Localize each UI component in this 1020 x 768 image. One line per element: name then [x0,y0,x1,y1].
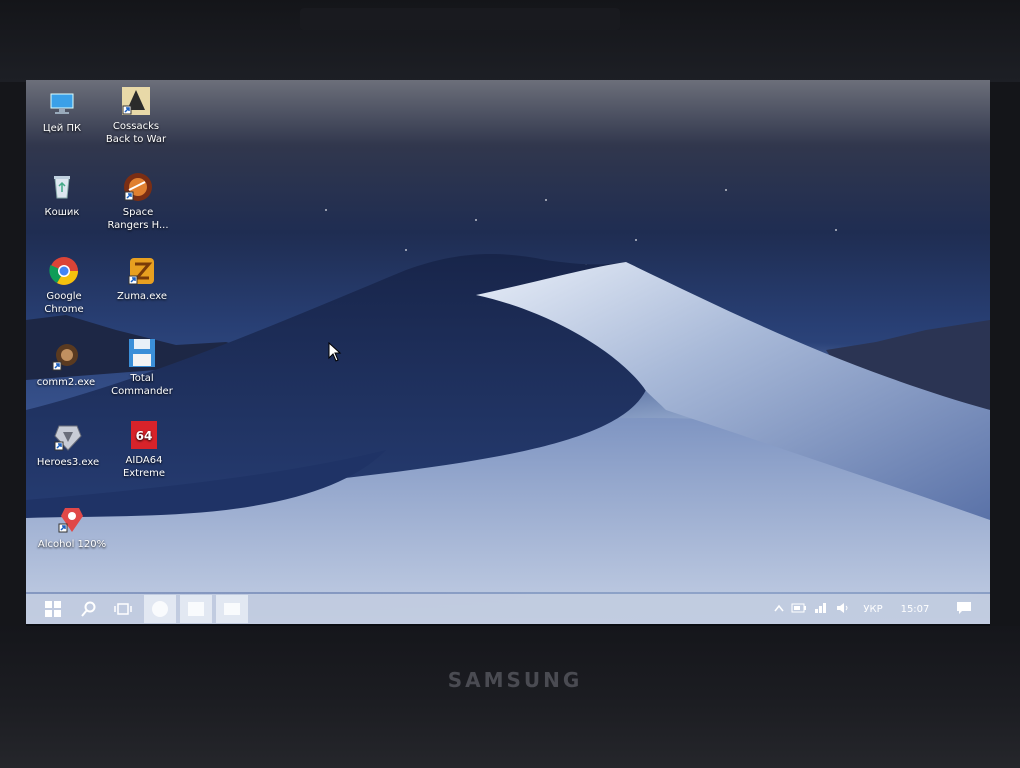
monitor-icon [50,93,74,114]
desktop-icon-space-rangers[interactable]: Space Rangers H... [102,170,174,232]
start-button[interactable] [36,596,70,622]
desktop-icon-label: Кошик [44,207,80,218]
desktop-icon-label: Zuma.exe [117,291,167,302]
desktop-icon-cossacks[interactable]: Cossacks Back to War [100,84,172,146]
comm2-icon [52,344,78,371]
desktop-icon-label: AIDA64 Extreme [122,455,166,479]
speaker-icon [837,602,848,613]
floppy-icon [129,339,155,367]
desktop-icon-comm2[interactable]: comm2.exe [30,340,102,389]
system-tray: УКР 15:07 [770,594,974,624]
pinned-app-1[interactable] [144,595,176,623]
battery-icon [791,603,806,612]
desktop-icon-aida64[interactable]: 64 AIDA64 Extreme [108,418,180,480]
search-button[interactable] [72,596,106,622]
aida64-icon: 64 [131,421,157,449]
chrome-icon [49,257,78,285]
alcohol-icon [58,508,83,533]
battery-button[interactable] [788,603,810,616]
network-button[interactable] [810,602,832,617]
bezel-left [0,82,26,626]
desktop-icon-label: Google Chrome [44,291,84,315]
taskbar: УКР 15:07 [26,594,990,624]
desktop-icon-this-pc[interactable]: Цей ПК [26,86,98,135]
brand-logo: SAMSUNG [447,668,583,692]
mouse-cursor-icon [328,342,342,362]
show-hidden-icons-button[interactable] [770,604,788,615]
pinned-app-3[interactable] [216,595,248,623]
desktop-icon-total-commander[interactable]: Total Commander [106,336,178,398]
desktop-icon-heroes3[interactable]: Heroes3.exe [32,420,104,469]
desktop-icon-label: Total Commander [111,373,173,397]
desktop-icon-label: Heroes3.exe [36,457,100,468]
search-icon [81,601,96,617]
camera-strip [300,8,620,30]
network-icon [815,602,826,613]
desktop-icon-label: Space Rangers H... [107,207,169,231]
desktop-icon-label: Цей ПК [42,123,82,134]
space-rangers-icon [124,173,152,201]
windows-logo-icon [45,601,61,617]
chevron-up-icon [774,604,784,611]
volume-button[interactable] [832,602,854,617]
clock[interactable]: 15:07 [898,604,932,615]
recycle-bin-icon [54,176,70,199]
zuma-icon [128,258,154,285]
language-indicator[interactable]: УКР [858,604,888,615]
pinned-app-2[interactable] [180,595,212,623]
task-view-button[interactable] [106,596,140,622]
svg-text:64: 64 [136,429,153,443]
bezel-right [990,82,1020,626]
desktop-screen: Цей ПК Cossacks Back to War Кошик Space … [26,80,990,624]
task-view-icon [114,603,132,615]
notification-icon [957,601,971,614]
bezel-bottom: SAMSUNG [0,626,1020,768]
desktop-icon-label: Alcohol 120% [37,539,107,550]
desktop-icon-zuma[interactable]: Zuma.exe [106,254,178,303]
bezel-top [0,0,1020,82]
desktop-icon-google-chrome[interactable]: Google Chrome [28,254,100,316]
desktop-icon-label: Cossacks Back to War [105,121,167,145]
desktop-icon-recycle-bin[interactable]: Кошик [26,170,98,219]
cossacks-icon [122,87,150,115]
action-center-button[interactable] [954,601,974,618]
heroes-icon [54,425,82,451]
desktop-icon-label: comm2.exe [36,377,96,388]
desktop-icon-alcohol[interactable]: Alcohol 120% [36,502,108,551]
